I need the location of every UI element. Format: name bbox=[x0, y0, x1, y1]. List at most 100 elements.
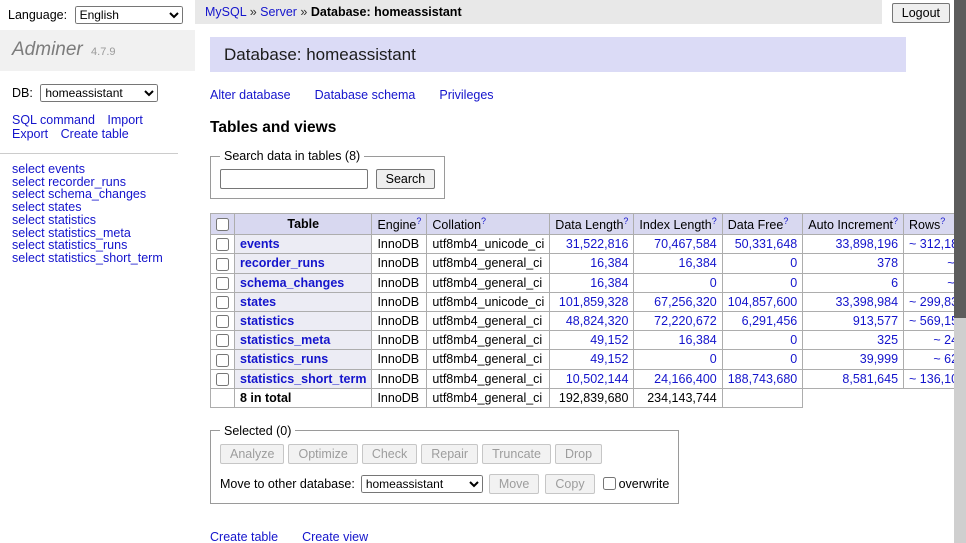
row-select-cell bbox=[211, 254, 235, 273]
index-length-link[interactable]: 67,256,320 bbox=[654, 295, 717, 309]
index-length-cell: 72,220,672 bbox=[634, 311, 722, 330]
table-name-link-schema-changes[interactable]: schema_changes bbox=[240, 276, 344, 290]
sidebar-action-create-table[interactable]: Create table bbox=[61, 127, 129, 141]
index-length-link[interactable]: 0 bbox=[710, 276, 717, 290]
data-length-link[interactable]: 16,384 bbox=[590, 276, 628, 290]
data-length-link[interactable]: 49,152 bbox=[590, 333, 628, 347]
row-checkbox[interactable] bbox=[216, 315, 229, 328]
auto-increment-cell: 913,577 bbox=[803, 311, 904, 330]
column-help-link[interactable]: ? bbox=[893, 216, 898, 226]
index-length-link[interactable]: 70,467,584 bbox=[654, 237, 717, 251]
table-name-link-events[interactable]: events bbox=[240, 237, 280, 251]
table-name-link-recorder-runs[interactable]: recorder_runs bbox=[240, 256, 325, 270]
move-button[interactable]: Move bbox=[489, 474, 540, 494]
language-select[interactable]: English bbox=[75, 6, 183, 24]
data-free-link[interactable]: 0 bbox=[790, 256, 797, 270]
vertical-scrollbar[interactable] bbox=[954, 0, 966, 543]
data-length-link[interactable]: 49,152 bbox=[590, 352, 628, 366]
data-free-link[interactable]: 188,743,680 bbox=[728, 372, 798, 386]
data-free-link[interactable]: 50,331,648 bbox=[735, 237, 798, 251]
sidebar-table-item: select statistics_short_term bbox=[12, 252, 183, 265]
select-all-checkbox[interactable] bbox=[216, 218, 229, 231]
move-db-select[interactable]: homeassistant bbox=[361, 475, 483, 493]
data-free-link[interactable]: 0 bbox=[790, 276, 797, 290]
index-length-link[interactable]: 72,220,672 bbox=[654, 314, 717, 328]
database-link-privileges[interactable]: Privileges bbox=[439, 88, 493, 102]
table-row: eventsInnoDButf8mb4_unicode_ci31,522,816… bbox=[211, 235, 966, 254]
sidebar-table-link-select-statistics-short-term[interactable]: select statistics_short_term bbox=[12, 251, 163, 265]
create-link-create-view[interactable]: Create view bbox=[302, 530, 368, 543]
overwrite-checkbox[interactable] bbox=[603, 477, 616, 490]
selected-action-analyze[interactable]: Analyze bbox=[220, 444, 284, 464]
auto-increment-link[interactable]: 39,999 bbox=[860, 352, 898, 366]
logout-button[interactable]: Logout bbox=[892, 3, 950, 23]
row-select-cell bbox=[211, 311, 235, 330]
column-header-table: Table bbox=[235, 214, 372, 235]
table-name-link-statistics-meta[interactable]: statistics_meta bbox=[240, 333, 330, 347]
auto-increment-link[interactable]: 325 bbox=[877, 333, 898, 347]
scrollbar-thumb[interactable] bbox=[954, 0, 966, 318]
data-free-link[interactable]: 6,291,456 bbox=[742, 314, 798, 328]
table-name-cell: events bbox=[235, 235, 372, 254]
index-length-link[interactable]: 16,384 bbox=[679, 333, 717, 347]
table-name-link-states[interactable]: states bbox=[240, 295, 276, 309]
row-checkbox[interactable] bbox=[216, 277, 229, 290]
selected-action-optimize[interactable]: Optimize bbox=[288, 444, 357, 464]
column-help-link[interactable]: ? bbox=[623, 216, 628, 226]
collation-cell: utf8mb4_general_ci bbox=[427, 254, 550, 273]
row-checkbox[interactable] bbox=[216, 373, 229, 386]
index-length-cell: 67,256,320 bbox=[634, 292, 722, 311]
total-empty-cell bbox=[803, 388, 904, 407]
index-length-link[interactable]: 24,166,400 bbox=[654, 372, 717, 386]
row-checkbox[interactable] bbox=[216, 238, 229, 251]
index-length-link[interactable]: 0 bbox=[710, 352, 717, 366]
auto-increment-link[interactable]: 33,398,984 bbox=[835, 295, 898, 309]
row-checkbox[interactable] bbox=[216, 334, 229, 347]
data-free-link[interactable]: 0 bbox=[790, 352, 797, 366]
auto-increment-link[interactable]: 6 bbox=[891, 276, 898, 290]
table-name-link-statistics-short-term[interactable]: statistics_short_term bbox=[240, 372, 366, 386]
auto-increment-link[interactable]: 33,898,196 bbox=[835, 237, 898, 251]
sidebar-action-import[interactable]: Import bbox=[107, 113, 142, 127]
data-length-link[interactable]: 101,859,328 bbox=[559, 295, 629, 309]
data-free-link[interactable]: 0 bbox=[790, 333, 797, 347]
db-select[interactable]: homeassistant bbox=[40, 84, 158, 102]
sidebar-action-sql-command[interactable]: SQL command bbox=[12, 113, 95, 127]
row-checkbox[interactable] bbox=[216, 354, 229, 367]
copy-button[interactable]: Copy bbox=[545, 474, 594, 494]
database-link-database-schema[interactable]: Database schema bbox=[315, 88, 416, 102]
search-input[interactable] bbox=[220, 169, 368, 189]
data-length-cell: 16,384 bbox=[550, 273, 634, 292]
breadcrumb-link-mysql[interactable]: MySQL bbox=[205, 5, 246, 19]
data-free-link[interactable]: 104,857,600 bbox=[728, 295, 798, 309]
column-help-link[interactable]: ? bbox=[940, 216, 945, 226]
auto-increment-link[interactable]: 8,581,645 bbox=[842, 372, 898, 386]
column-help-link[interactable]: ? bbox=[783, 216, 788, 226]
collation-cell: utf8mb4_unicode_ci bbox=[427, 235, 550, 254]
auto-increment-link[interactable]: 913,577 bbox=[853, 314, 898, 328]
selected-action-truncate[interactable]: Truncate bbox=[482, 444, 551, 464]
row-select-cell bbox=[211, 369, 235, 388]
sidebar-action-export[interactable]: Export bbox=[12, 127, 48, 141]
selected-action-check[interactable]: Check bbox=[362, 444, 417, 464]
data-length-link[interactable]: 48,824,320 bbox=[566, 314, 629, 328]
column-help-link[interactable]: ? bbox=[712, 216, 717, 226]
database-link-alter-database[interactable]: Alter database bbox=[210, 88, 291, 102]
selected-action-repair[interactable]: Repair bbox=[421, 444, 478, 464]
table-name-link-statistics[interactable]: statistics bbox=[240, 314, 294, 328]
data-length-link[interactable]: 10,502,144 bbox=[566, 372, 629, 386]
selected-action-drop[interactable]: Drop bbox=[555, 444, 602, 464]
column-help-link[interactable]: ? bbox=[481, 216, 486, 226]
data-length-link[interactable]: 31,522,816 bbox=[566, 237, 629, 251]
table-name-link-statistics-runs[interactable]: statistics_runs bbox=[240, 352, 328, 366]
breadcrumb-link-server[interactable]: Server bbox=[260, 5, 297, 19]
row-checkbox[interactable] bbox=[216, 258, 229, 271]
auto-increment-link[interactable]: 378 bbox=[877, 256, 898, 270]
engine-cell: InnoDB bbox=[372, 311, 427, 330]
row-checkbox[interactable] bbox=[216, 296, 229, 309]
column-help-link[interactable]: ? bbox=[416, 216, 421, 226]
create-link-create-table[interactable]: Create table bbox=[210, 530, 278, 543]
search-button[interactable]: Search bbox=[376, 169, 436, 189]
data-length-link[interactable]: 16,384 bbox=[590, 256, 628, 270]
index-length-link[interactable]: 16,384 bbox=[679, 256, 717, 270]
